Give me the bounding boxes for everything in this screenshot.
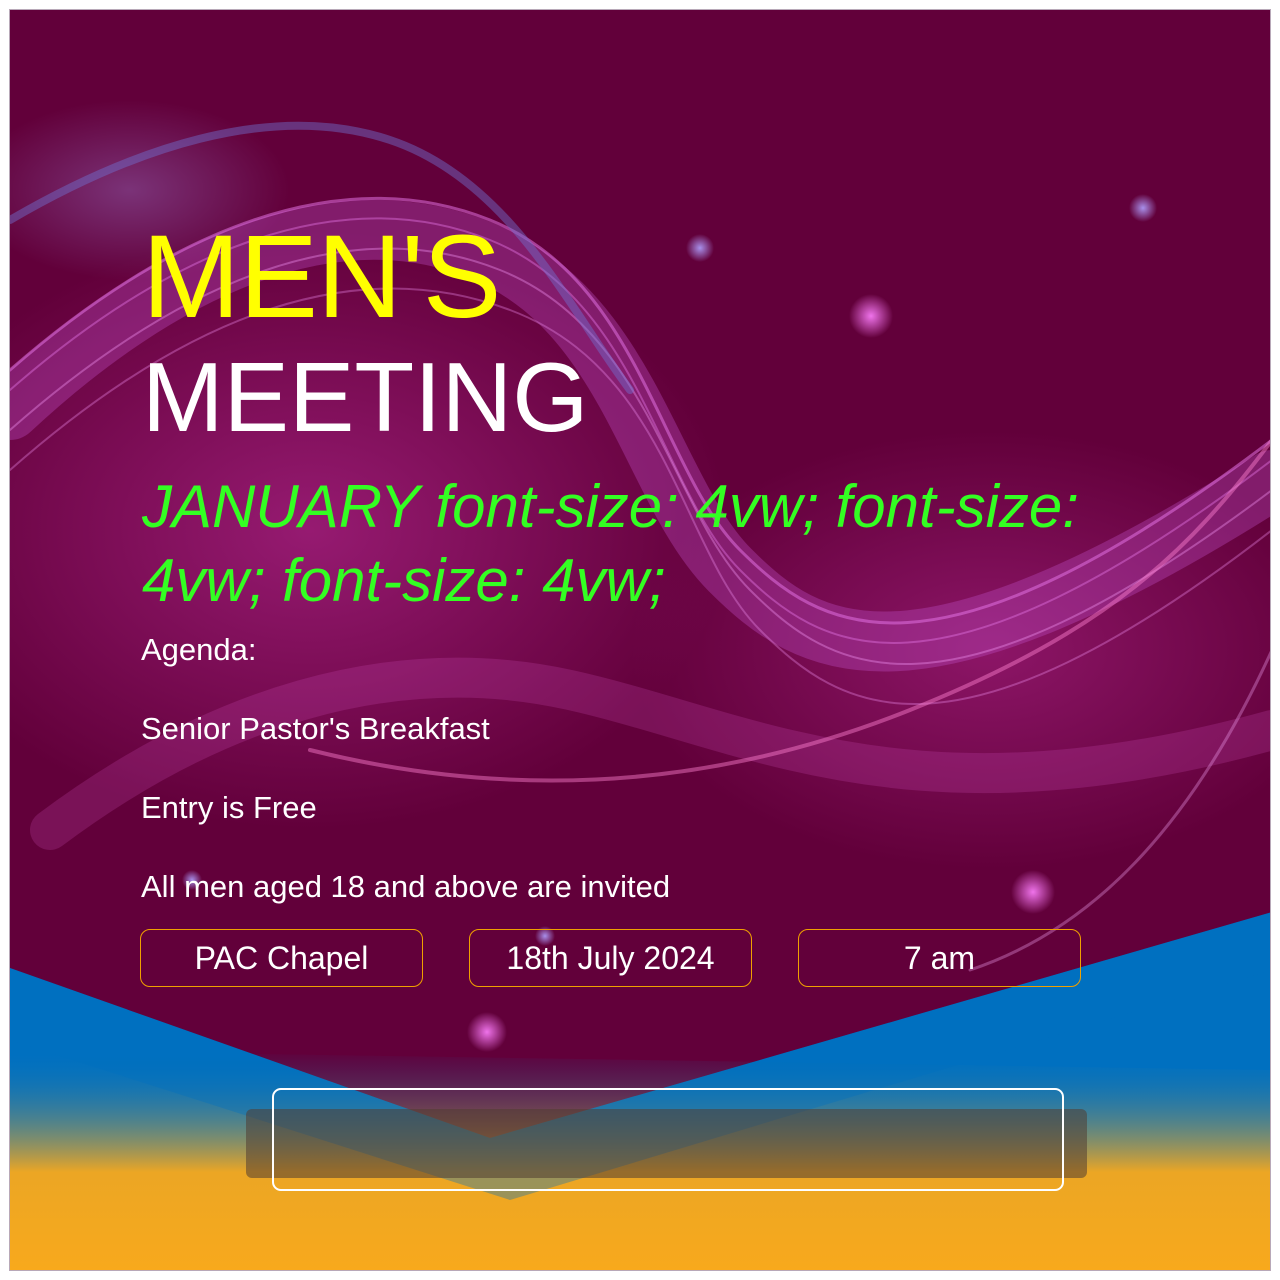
agenda-heading: Agenda: bbox=[141, 632, 257, 667]
agenda-item: Entry is Free bbox=[141, 790, 317, 825]
time-badge: 7 am bbox=[798, 929, 1081, 987]
agenda-item: All men aged 18 and above are invited bbox=[141, 869, 671, 904]
agenda-item: Senior Pastor's Breakfast bbox=[141, 711, 490, 746]
title-meeting: MEETING bbox=[142, 342, 589, 452]
title-mens: MEN'S bbox=[142, 211, 501, 343]
cta-button[interactable] bbox=[272, 1088, 1064, 1191]
venue-badge: PAC Chapel bbox=[140, 929, 423, 987]
event-poster: MEN'S MEETING JANUARY font-size: 4vw; fo… bbox=[9, 9, 1271, 1271]
event-month: JANUARY font-size: 4vw; font-size: 4vw; … bbox=[142, 473, 1079, 614]
date-badge: 18th July 2024 bbox=[469, 929, 752, 987]
agenda-list: Agenda: Senior Pastor's Breakfast Entry … bbox=[141, 632, 1041, 948]
